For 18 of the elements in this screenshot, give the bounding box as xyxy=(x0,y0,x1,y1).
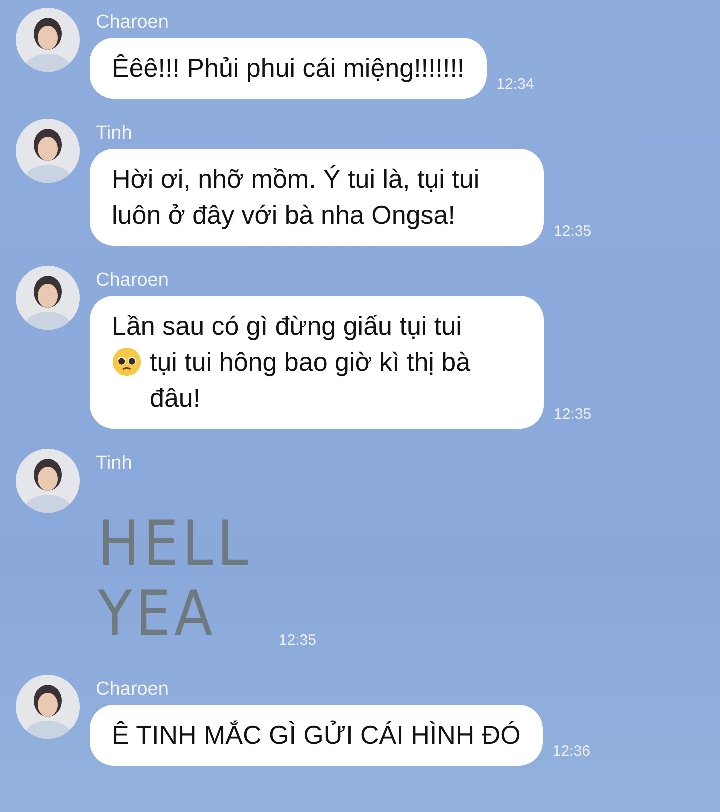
sender-name: Charoen xyxy=(96,12,170,34)
message-time: 12:34 xyxy=(496,76,534,95)
message-time: 12:35 xyxy=(554,406,592,425)
message-text: tụi tui hông bao giờ kì thị bà đâu! xyxy=(150,346,472,415)
message-time: 12:35 xyxy=(554,223,592,242)
sender-name: Tinh xyxy=(96,123,134,145)
message-text: Êêê!!! Phủi phui cái miệng!!!!!!! xyxy=(112,52,465,85)
sticker-text: YEA xyxy=(98,579,218,649)
sender-name: Charoen xyxy=(96,679,170,701)
message-time: 12:36 xyxy=(552,743,590,762)
message-text: Hời ơi, nhỡ mồm. Ý tui là, tụi tui luôn ở đây với bà nha Ongsa! xyxy=(112,163,481,232)
pleading-face-icon xyxy=(112,347,142,377)
message-time: 12:35 xyxy=(278,632,316,651)
sender-name: Tinh xyxy=(96,453,134,475)
sticker-text: HELL xyxy=(98,509,252,579)
sender-name: Charoen xyxy=(96,270,170,292)
message-text: Lần sau có gì đừng giấu tụi tui xyxy=(112,310,463,343)
message-text: Ê TINH MẮC GÌ GỬI CÁI HÌNH ĐÓ xyxy=(112,719,521,752)
